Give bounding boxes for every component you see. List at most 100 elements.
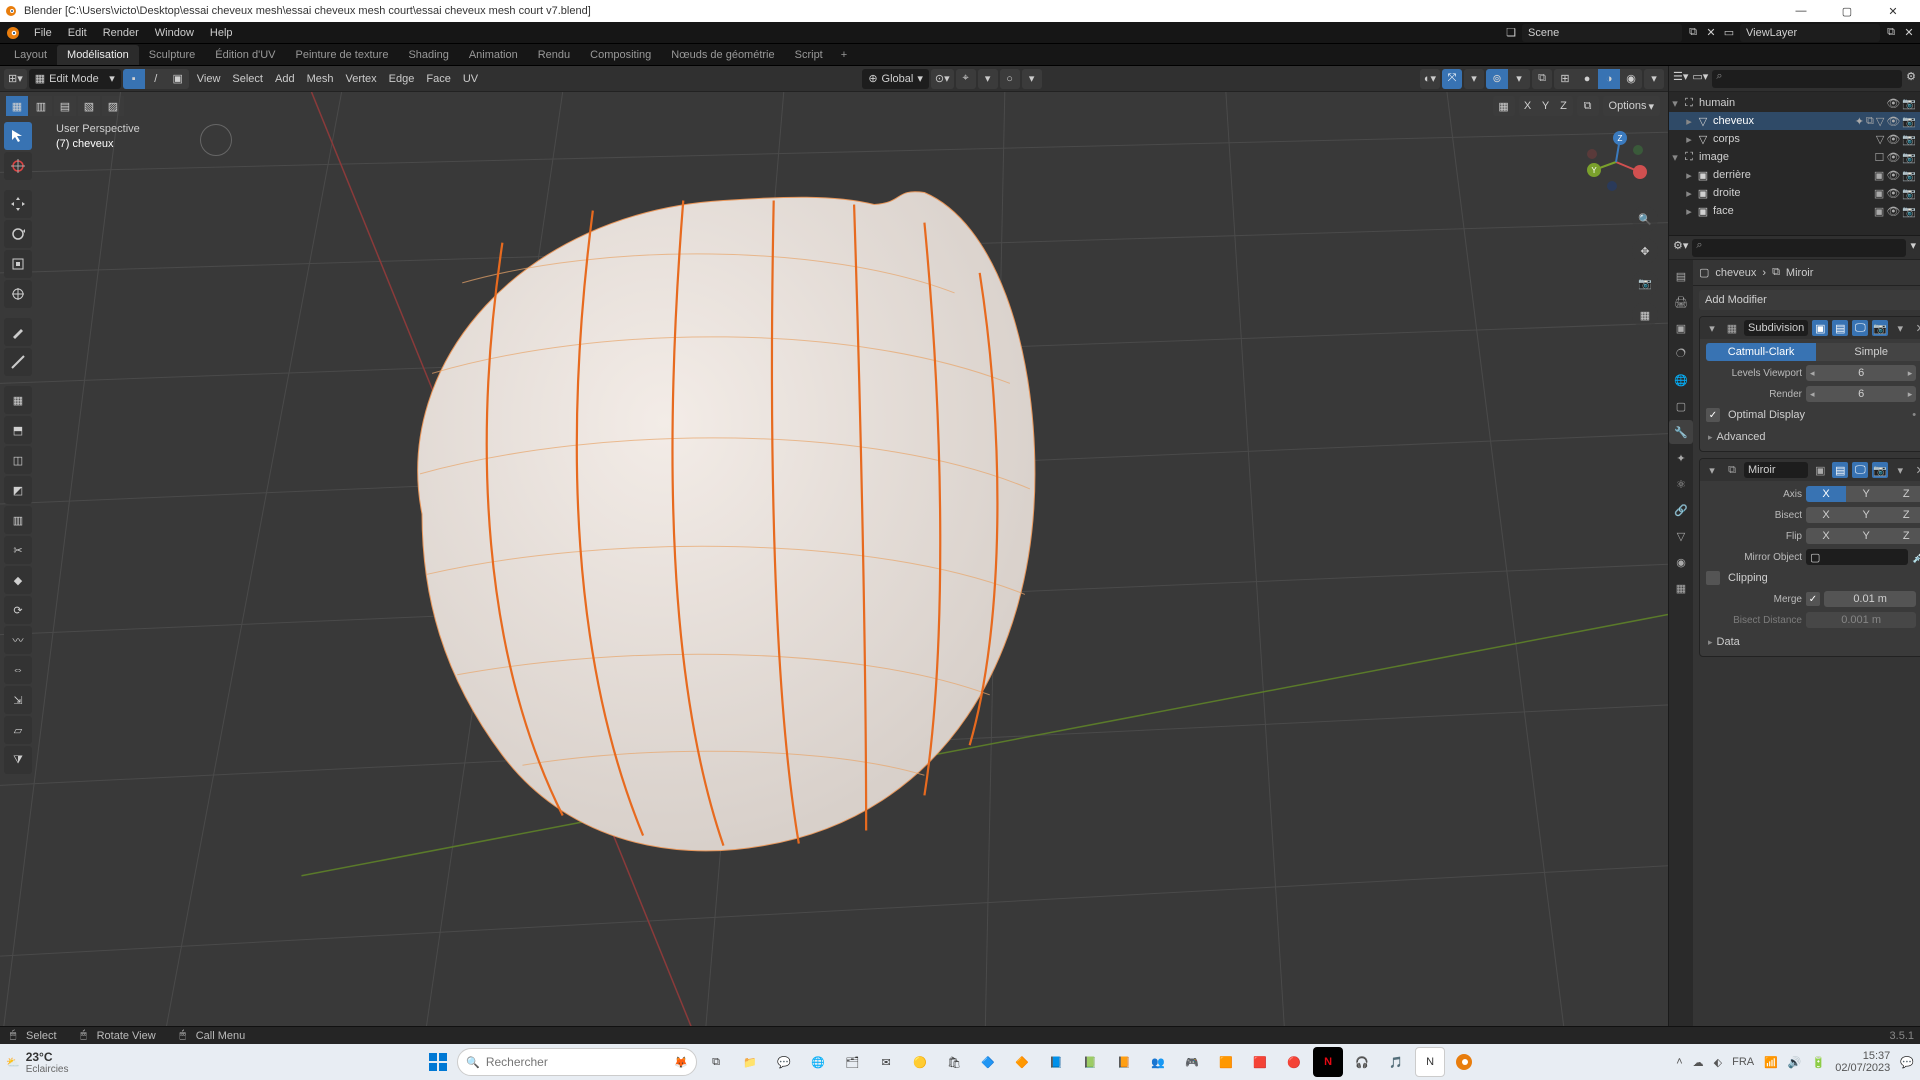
outliner-display-button[interactable]: ▭▾ (1692, 70, 1708, 88)
tool-cursor[interactable] (4, 152, 32, 180)
flip-z-toggle[interactable]: Z (1886, 528, 1920, 544)
outliner-toggle-icon[interactable]: 📷 (1902, 97, 1916, 110)
mod-delete-button[interactable]: ✕ (1912, 320, 1920, 336)
menu-render[interactable]: Render (95, 22, 147, 44)
bisect-z-toggle[interactable]: Z (1886, 507, 1920, 523)
ptab-world[interactable]: 🌐 (1669, 368, 1693, 392)
tool-annotate[interactable] (4, 318, 32, 346)
outliner-toggle-icon[interactable]: 📷 (1902, 133, 1916, 146)
outliner-toggle-icon[interactable]: 📷 (1902, 115, 1916, 128)
ptab-output[interactable]: 🖨 (1669, 290, 1693, 314)
app-misc4[interactable]: 🟥 (1245, 1047, 1275, 1077)
disclosure-icon[interactable]: ▸ (1683, 205, 1695, 218)
viewlayer-name-field[interactable]: ViewLayer (1740, 24, 1880, 42)
face-select-button[interactable]: ▣ (167, 69, 189, 89)
app-chrome[interactable]: 🟡 (905, 1047, 935, 1077)
outliner-toggle-icon[interactable]: 👁 (1886, 187, 1900, 200)
tool-measure[interactable] (4, 348, 32, 376)
crumb-object[interactable]: cheveux (1715, 267, 1756, 279)
mirror-dropdown-button[interactable]: ▾ (1892, 462, 1908, 478)
tool-slide[interactable]: ⇔ (4, 656, 32, 684)
subdiv-catmull-button[interactable]: Catmull-Clark (1706, 343, 1816, 361)
mirror-uv-button[interactable]: ⧉ (1577, 96, 1599, 116)
ptab-physics[interactable]: ⚛ (1669, 472, 1693, 496)
tool-select-box[interactable] (4, 122, 32, 150)
workspace-tab[interactable]: Peinture de texture (285, 45, 398, 65)
outliner-toggle-icon[interactable]: 👁 (1886, 151, 1900, 164)
app-misc6[interactable]: 🎵 (1381, 1047, 1411, 1077)
tray-volume-icon[interactable]: 🔊 (1788, 1056, 1802, 1069)
app-misc3[interactable]: 🟧 (1211, 1047, 1241, 1077)
app-files[interactable]: 🗂 (837, 1047, 867, 1077)
snap-toggle[interactable]: ⌖ (956, 69, 976, 89)
app-notion[interactable]: N (1415, 1047, 1445, 1077)
proportional-options[interactable]: ▾ (1022, 69, 1042, 89)
tool-inset[interactable]: ◫ (4, 446, 32, 474)
vp-menu-face[interactable]: Face (420, 73, 456, 85)
close-button[interactable]: ✕ (1870, 0, 1916, 22)
axis-z-button[interactable]: Z (1555, 96, 1573, 116)
3d-viewport[interactable]: ⊞▾ ▦ Edit Mode ▾ ▪ / ▣ ViewSelectAddMesh… (0, 66, 1668, 1026)
outliner-filter-button[interactable]: ⚙ (1906, 70, 1916, 88)
tray-battery-icon[interactable]: 🔋 (1812, 1056, 1826, 1069)
tray-chevron-icon[interactable]: ˄ (1676, 1056, 1682, 1068)
props-search-input[interactable] (1692, 239, 1906, 257)
mod-expand-button[interactable]: ▾ (1704, 320, 1720, 336)
gizmo-options[interactable]: ▾ (1464, 69, 1484, 89)
subdiv-advanced-header[interactable]: Advanced (1706, 427, 1920, 447)
axis-x-button[interactable]: X (1519, 96, 1537, 116)
mod-editmode-toggle[interactable]: ▤ (1832, 320, 1848, 336)
tool-bevel[interactable]: ◩ (4, 476, 32, 504)
outliner-editor-button[interactable]: ☰▾ (1673, 70, 1688, 88)
disclosure-icon[interactable]: ▸ (1683, 187, 1695, 200)
disclosure-icon[interactable]: ▸ (1683, 115, 1695, 128)
disclosure-icon[interactable]: ▸ (1683, 169, 1695, 182)
viewlayer-delete-button[interactable]: ✕ (1902, 26, 1916, 40)
ptab-data[interactable]: ▽ (1669, 524, 1693, 548)
tool-spin[interactable]: ⟳ (4, 596, 32, 624)
outliner-search-input[interactable] (1712, 70, 1902, 88)
app-excel[interactable]: 📗 (1075, 1047, 1105, 1077)
tray-lang[interactable]: FRA (1732, 1056, 1754, 1068)
gizmo-toggle[interactable]: ⤧ (1442, 69, 1462, 89)
mirror-realtime-toggle[interactable]: 🖵 (1852, 462, 1868, 478)
app-misc1[interactable]: 🔷 (973, 1047, 1003, 1077)
outliner-toggle-icon[interactable]: ▽ (1876, 115, 1884, 128)
outliner-row[interactable]: ▸▽corps▽👁📷 (1669, 130, 1920, 148)
app-netflix[interactable]: N (1313, 1047, 1343, 1077)
outliner-toggle-icon[interactable]: 📷 (1902, 187, 1916, 200)
merge-distance-field[interactable]: 0.01 m (1824, 591, 1916, 607)
tool-rip[interactable]: ⧩ (4, 746, 32, 774)
ptab-object[interactable]: ▢ (1669, 394, 1693, 418)
shading-rendered[interactable]: ◉ (1620, 69, 1642, 89)
snap-options[interactable]: ▾ (978, 69, 998, 89)
outliner-toggle-icon[interactable]: 📷 (1902, 169, 1916, 182)
camera-button[interactable]: 📷 (1632, 270, 1658, 296)
mirror-oncage-toggle[interactable]: ▣ (1812, 462, 1828, 478)
workspace-tab[interactable]: Rendu (528, 45, 580, 65)
outliner-row[interactable]: ▾⛶humain👁📷 (1669, 94, 1920, 112)
workspace-tab[interactable]: Shading (398, 45, 458, 65)
axis-x-toggle[interactable]: X (1806, 486, 1846, 502)
orientation-dropdown[interactable]: ⊕Global▾ (862, 69, 929, 89)
menu-file[interactable]: File (26, 22, 60, 44)
disclosure-icon[interactable]: ▾ (1669, 151, 1681, 164)
tool-polybuild[interactable]: ◆ (4, 566, 32, 594)
app-discord[interactable]: 🎮 (1177, 1047, 1207, 1077)
app-mail[interactable]: ✉ (871, 1047, 901, 1077)
minimize-button[interactable]: — (1778, 0, 1824, 22)
shading-options[interactable]: ▾ (1644, 69, 1664, 89)
nav-gizmo[interactable]: Y Z (1582, 128, 1650, 196)
vp-menu-uv[interactable]: UV (457, 73, 484, 85)
tray-notifications-icon[interactable]: 💬 (1900, 1056, 1914, 1069)
outliner-toggle-icon[interactable]: ▣ (1874, 205, 1884, 218)
workspace-tab[interactable]: Sculpture (139, 45, 205, 65)
app-music[interactable]: 🎧 (1347, 1047, 1377, 1077)
workspace-tab[interactable]: Modélisation (57, 45, 139, 65)
tool-knife[interactable]: ✂ (4, 536, 32, 564)
scene-delete-button[interactable]: ✕ (1704, 26, 1718, 40)
vp-menu-vertex[interactable]: Vertex (339, 73, 382, 85)
xray-toggle[interactable]: ⧉ (1532, 69, 1552, 89)
outliner-row[interactable]: ▸▣derrière▣👁📷 (1669, 166, 1920, 184)
menu-window[interactable]: Window (147, 22, 202, 44)
